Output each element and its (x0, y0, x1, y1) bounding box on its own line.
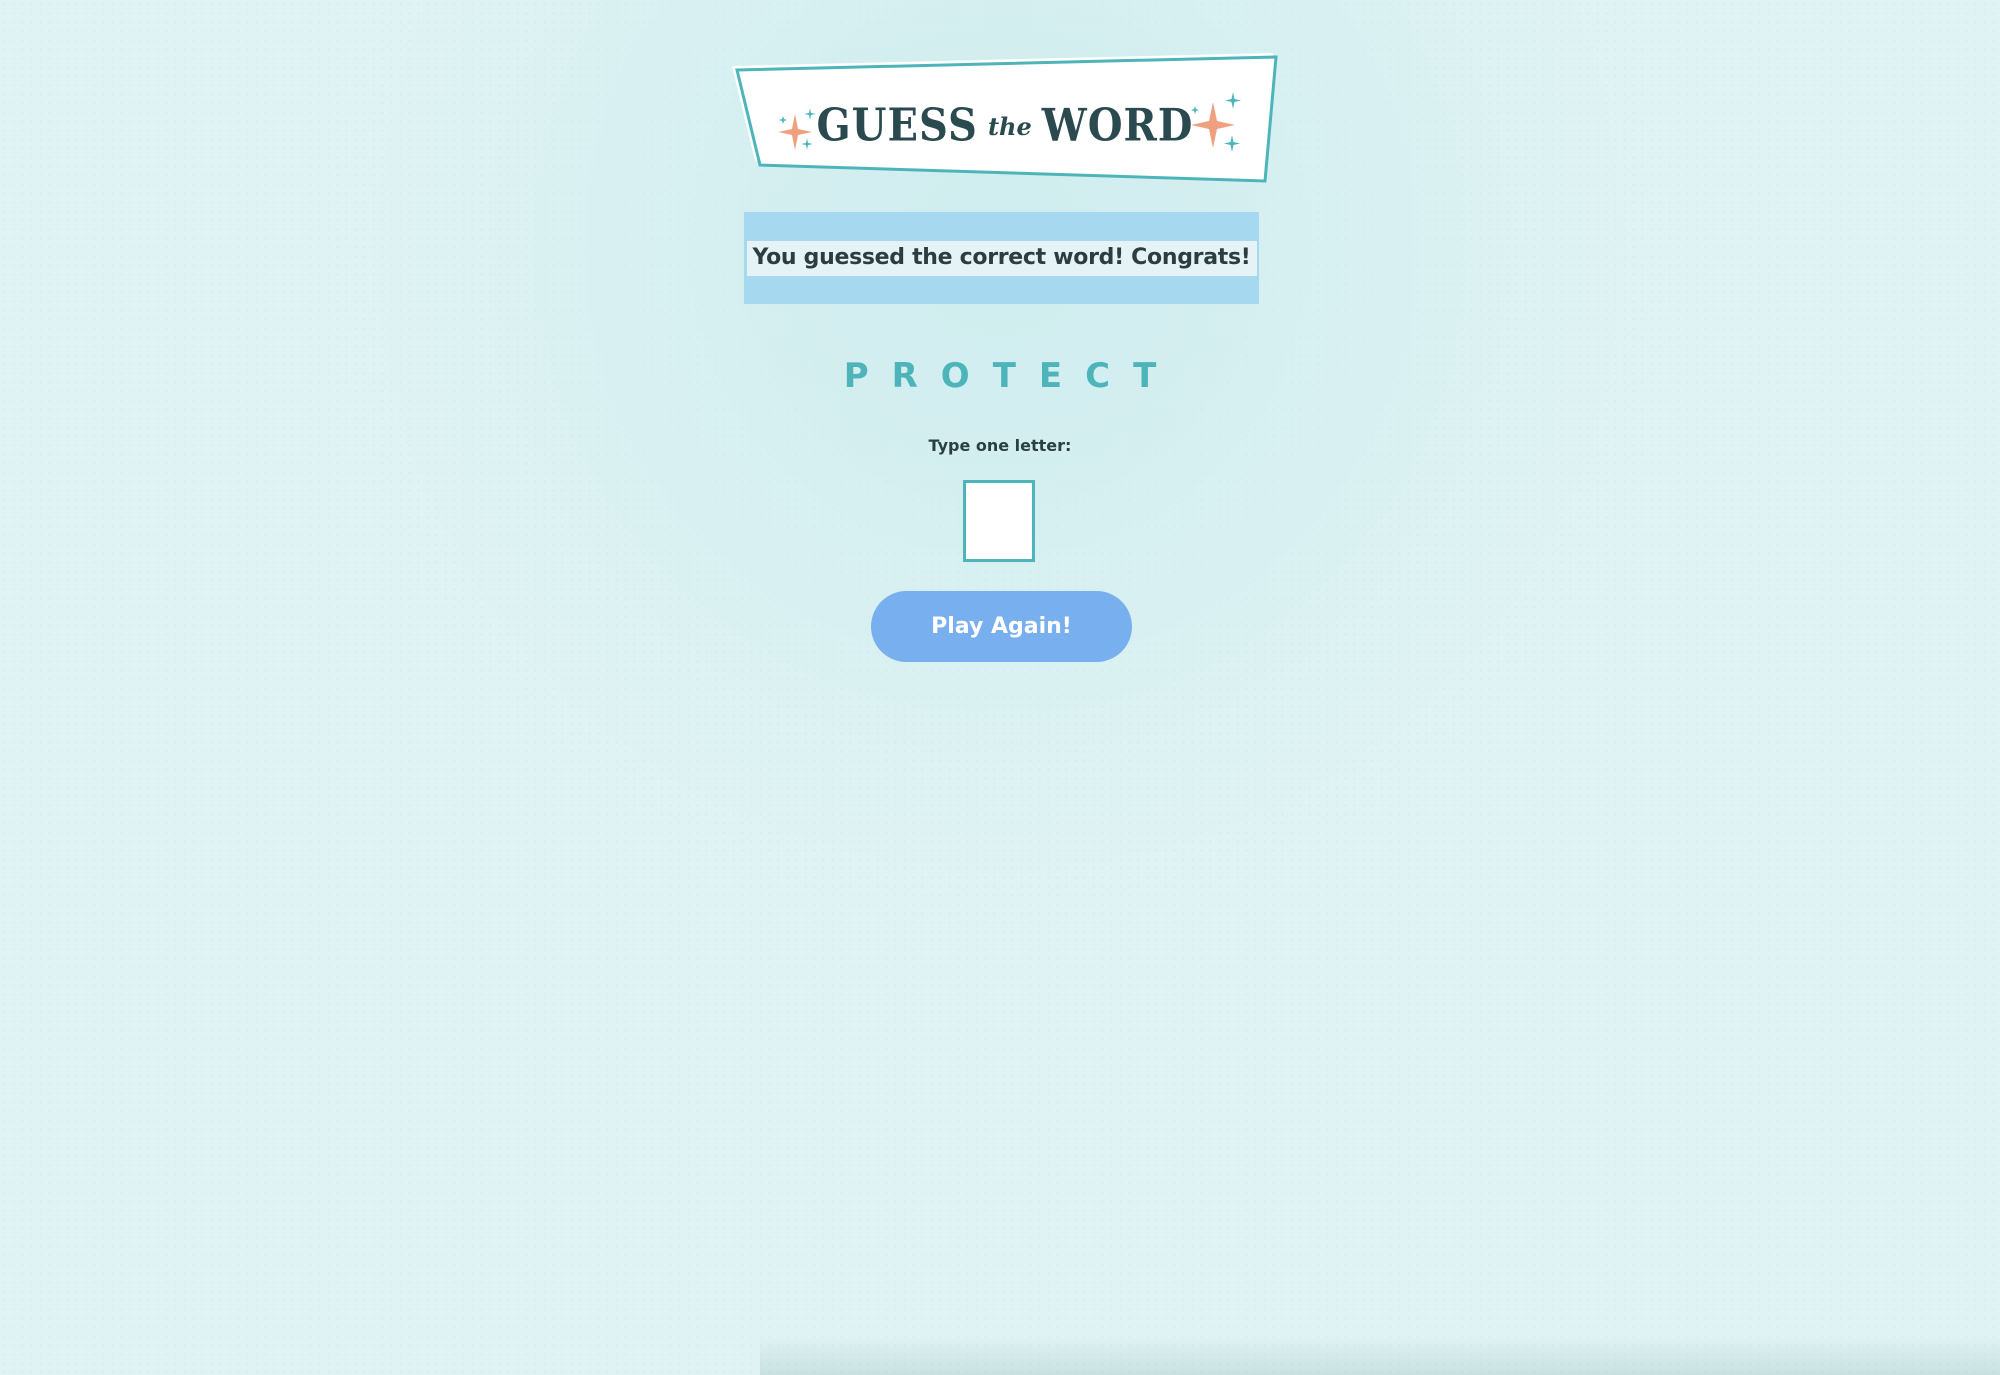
status-message: You guessed the correct word! Congrats! (746, 240, 1257, 276)
letter-input-label: Type one letter: (928, 436, 1072, 455)
message-box: You guessed the correct word! Congrats! (744, 212, 1259, 304)
logo-word-word: WORD (1041, 99, 1194, 152)
letter-input[interactable] (963, 480, 1035, 562)
bottom-shadow (760, 1336, 2000, 1375)
word-in-progress: PROTECT (843, 356, 1180, 396)
logo-banner: GUESS the WORD (725, 50, 1285, 195)
logo-title: GUESS the WORD (725, 99, 1285, 152)
play-again-button[interactable]: Play Again! (871, 591, 1132, 662)
logo-word-guess: GUESS (816, 99, 978, 152)
page: GUESS the WORD You guessed the correct wor… (0, 0, 2000, 1375)
logo-word-the: the (987, 112, 1032, 141)
